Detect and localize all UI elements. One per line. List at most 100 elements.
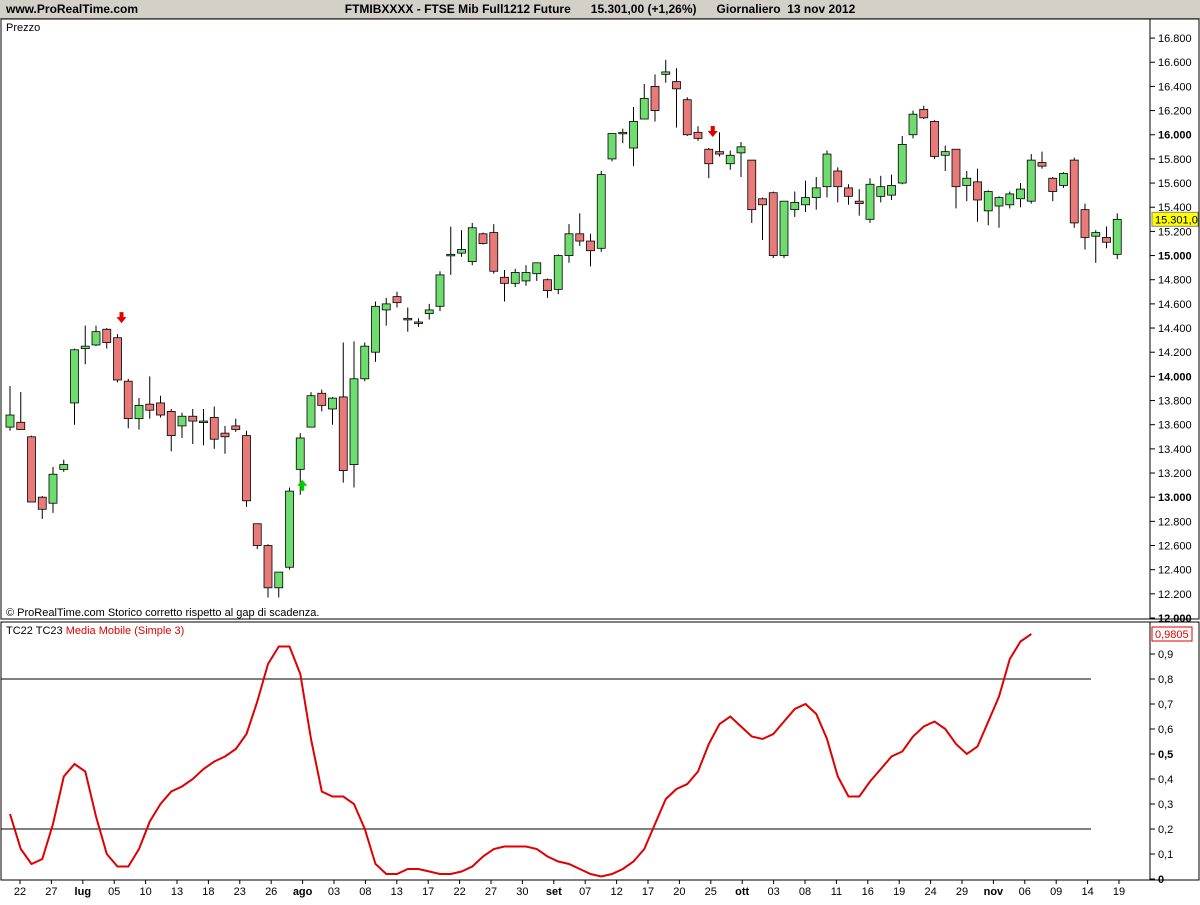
price-tick-label: 16.600 [1158, 57, 1192, 69]
indicator-tick-label: 0,2 [1158, 824, 1173, 836]
x-tick-label: 24 [924, 886, 936, 898]
candle-body [607, 133, 617, 160]
candle-body [134, 404, 144, 420]
x-tick-label: 12 [610, 886, 622, 898]
candle-body [1016, 188, 1025, 200]
x-tick-label: 23 [234, 886, 246, 898]
price-footnote: © ProRealTime.com Storico corretto rispe… [6, 607, 319, 619]
price-tick-label: 14.000 [1158, 371, 1192, 383]
candle-body [48, 473, 58, 504]
candle-body [790, 201, 800, 211]
candle-body [844, 187, 853, 197]
candle-body [338, 396, 348, 472]
x-tick-label: 06 [1019, 886, 1031, 898]
candle-body [360, 345, 370, 380]
candle-body [747, 159, 757, 211]
x-tick-label: 03 [767, 886, 779, 898]
candle-body [145, 403, 155, 411]
candle-body [629, 121, 638, 149]
candle-body [1026, 159, 1036, 202]
candle-body [177, 415, 187, 427]
candle-body [489, 232, 499, 272]
candle-body [467, 227, 477, 262]
x-tick-label: 27 [45, 886, 57, 898]
x-tick-label: 07 [579, 886, 591, 898]
candle-body [725, 154, 735, 165]
candle-body [833, 170, 843, 188]
indicator-tick-label: 0,6 [1158, 724, 1173, 736]
indicator-tick-label: 0,3 [1158, 799, 1173, 811]
x-tick-label: ago [293, 886, 313, 898]
price-tick-label: 15.200 [1158, 226, 1192, 238]
candle-body [736, 146, 746, 154]
price-last-value: 15.301,0 [1155, 214, 1198, 226]
price-tick-label: 15.000 [1158, 251, 1192, 263]
candle-body [564, 233, 574, 256]
candle-body [349, 378, 359, 465]
candle-body [424, 309, 434, 314]
indicator-tick-label: 0,4 [1158, 774, 1173, 786]
price-tick-label: 16.400 [1158, 81, 1192, 93]
candle-body [553, 255, 563, 290]
price-last-badge: 15.301,0 [1151, 211, 1199, 227]
candle-body [231, 425, 241, 430]
candle-body [242, 435, 251, 502]
indicator-tick-label: 0 [1158, 874, 1164, 886]
price-tick-label: 13.200 [1158, 468, 1192, 480]
candle-body [252, 523, 262, 546]
indicator-last-badge: 0,9805 [1151, 626, 1193, 642]
price-panel-label: Prezzo [6, 22, 40, 34]
candle-body [672, 81, 681, 90]
candle-body [156, 402, 165, 416]
instrument-title: FTMIBXXXX - FTSE Mib Full1212 Future 15.… [344, 2, 856, 16]
x-tick-label: 08 [799, 886, 811, 898]
price-tick-label: 16.000 [1158, 130, 1192, 142]
candle-body [521, 272, 531, 282]
price-tick-label: 15.600 [1158, 178, 1192, 190]
indicator-last-value: 0,9805 [1155, 629, 1189, 641]
candle-body [306, 395, 316, 428]
candle-body [876, 186, 886, 197]
candle-body [962, 177, 972, 186]
x-tick-label: 17 [642, 886, 654, 898]
price-tick-label: 16.200 [1158, 106, 1192, 118]
candle-body [994, 197, 1004, 207]
candle-body [274, 571, 284, 589]
price-tick-label: 14.600 [1158, 299, 1192, 311]
x-tick-label: 19 [893, 886, 905, 898]
indicator-tick-label: 0,8 [1158, 674, 1173, 686]
candle-body [123, 380, 133, 420]
candle-body [919, 108, 929, 119]
candle-body [532, 262, 542, 275]
candle-body [693, 131, 703, 139]
candle-body [1059, 172, 1068, 186]
x-tick-label: 13 [391, 886, 403, 898]
indicator-panel-frame [0, 621, 1151, 881]
x-tick-label: nov [984, 886, 1004, 898]
candle-body [639, 98, 649, 120]
chart-svg[interactable]: Prezzo © ProRealTime.com Storico corrett… [0, 18, 1200, 900]
candle-body [801, 197, 810, 206]
candle-body [940, 151, 950, 156]
indicator-label-ma: Media Mobile (Simple 3) [66, 625, 185, 637]
x-tick-label: 27 [485, 886, 497, 898]
candle-body [317, 392, 327, 406]
candle-body [1080, 209, 1090, 238]
chart-area[interactable]: Prezzo © ProRealTime.com Storico corrett… [0, 18, 1200, 900]
x-tick-label: 25 [705, 886, 717, 898]
price-tick-label: 14.200 [1158, 347, 1192, 359]
chart-header: www.ProRealTime.com FTMIBXXXX - FTSE Mib… [0, 0, 1200, 19]
candle-body [1069, 159, 1079, 224]
candle-body [1112, 218, 1122, 255]
x-tick-label: 30 [516, 886, 528, 898]
candle-body [779, 200, 789, 256]
indicator-tick-label: 0,9 [1158, 649, 1173, 661]
candle-body [166, 411, 176, 436]
candle-body [27, 436, 36, 503]
candle-body [414, 321, 423, 324]
candle-body [113, 337, 122, 381]
candle-body [951, 148, 961, 188]
price-tick-label: 14.800 [1158, 275, 1192, 287]
candle-body [91, 331, 101, 346]
candle-body [295, 437, 305, 470]
